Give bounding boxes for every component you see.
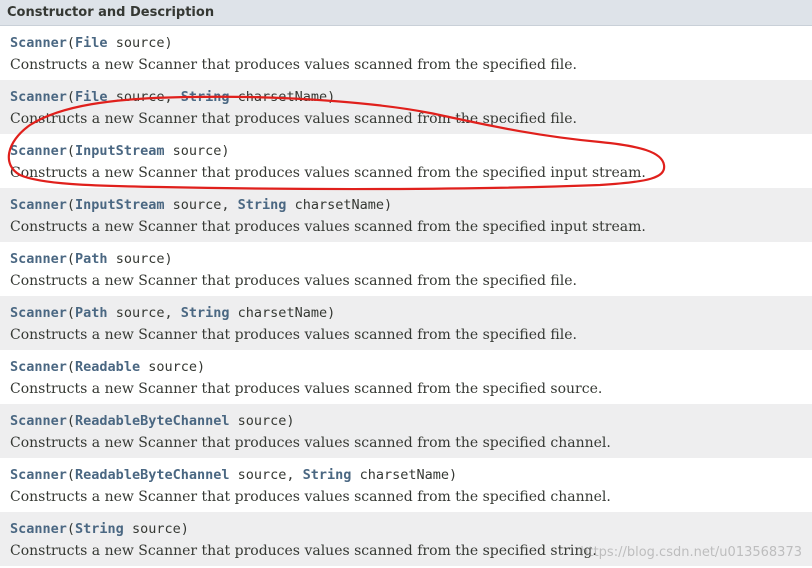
param-name: source <box>131 521 181 537</box>
constructor-description: Constructs a new Scanner that produces v… <box>10 111 577 127</box>
param-type-link[interactable]: ReadableByteChannel <box>75 413 229 429</box>
param-name: charsetName <box>359 467 449 483</box>
param-name: source <box>115 251 165 267</box>
constructor-signature: Scanner(File source, String charsetName) <box>10 89 336 105</box>
constructor-signature: Scanner(Readable source) <box>10 359 206 375</box>
param-name: charsetName <box>237 89 328 105</box>
table-row: Scanner(InputStream source, String chars… <box>0 188 812 242</box>
constructor-description: Constructs a new Scanner that produces v… <box>10 435 611 451</box>
constructor-summary-table: Constructor and Description Scanner(File… <box>0 0 812 568</box>
param-name: source <box>237 413 287 429</box>
table-header: Constructor and Description <box>0 0 812 26</box>
constructor-description: Constructs a new Scanner that produces v… <box>10 219 646 235</box>
constructor-signature: Scanner(InputStream source) <box>10 143 230 159</box>
param-name: charsetName <box>294 197 384 213</box>
constructor-description: Constructs a new Scanner that produces v… <box>10 165 646 181</box>
constructor-signature: Scanner(ReadableByteChannel source, Stri… <box>10 467 458 483</box>
param-name: source <box>172 143 222 159</box>
constructor-signature: Scanner(ReadableByteChannel source) <box>10 413 295 429</box>
constructor-link[interactable]: Scanner <box>10 35 67 51</box>
table-row: Scanner(ReadableByteChannel source, Stri… <box>0 458 812 512</box>
table-row: Scanner(ReadableByteChannel source) Const… <box>0 404 812 458</box>
param-type-link[interactable]: String <box>303 467 352 483</box>
table-row: Scanner(InputStream source) Constructs a … <box>0 134 812 188</box>
param-name: source <box>172 197 222 213</box>
constructor-link[interactable]: Scanner <box>10 197 67 213</box>
watermark: https://blog.csdn.net/u013568373 <box>580 545 802 560</box>
param-type-link[interactable]: Path <box>75 251 108 267</box>
constructor-link[interactable]: Scanner <box>10 521 67 537</box>
constructor-signature: Scanner(Path source) <box>10 251 173 267</box>
constructor-rows: Scanner(File source) Constructs a new Sca… <box>0 26 812 566</box>
table-row: Scanner(Path source, String charsetName)… <box>0 296 812 350</box>
constructor-signature: Scanner(Path source, String charsetName) <box>10 305 336 321</box>
constructor-signature: Scanner(InputStream source, String chars… <box>10 197 393 213</box>
table-row: Scanner(Readable source) Constructs a new… <box>0 350 812 404</box>
table-row: Scanner(Path source) Constructs a new Sca… <box>0 242 812 296</box>
constructor-signature: Scanner(String source) <box>10 521 189 537</box>
constructor-link[interactable]: Scanner <box>10 89 67 105</box>
param-type-link[interactable]: InputStream <box>75 197 164 213</box>
param-type-link[interactable]: Readable <box>75 359 140 375</box>
param-name: source <box>237 467 287 483</box>
constructor-link[interactable]: Scanner <box>10 305 67 321</box>
param-type-link[interactable]: File <box>75 89 108 105</box>
param-type-link[interactable]: File <box>75 35 108 51</box>
constructor-description: Constructs a new Scanner that produces v… <box>10 327 577 343</box>
param-type-link[interactable]: ReadableByteChannel <box>75 467 229 483</box>
constructor-link[interactable]: Scanner <box>10 251 67 267</box>
constructor-description: Constructs a new Scanner that produces v… <box>10 273 577 289</box>
constructor-link[interactable]: Scanner <box>10 467 67 483</box>
param-name: charsetName <box>237 305 328 321</box>
param-type-link[interactable]: String <box>75 521 124 537</box>
table-row: Scanner(File source) Constructs a new Sca… <box>0 26 812 80</box>
param-name: source <box>148 359 197 375</box>
constructor-description: Constructs a new Scanner that produces v… <box>10 381 603 397</box>
param-type-link[interactable]: InputStream <box>75 143 164 159</box>
constructor-link[interactable]: Scanner <box>10 413 67 429</box>
param-name: source <box>115 35 165 51</box>
constructor-description: Constructs a new Scanner that produces v… <box>10 57 577 73</box>
param-type-link[interactable]: String <box>238 197 287 213</box>
constructor-link[interactable]: Scanner <box>10 359 67 375</box>
param-name: source <box>115 89 165 105</box>
constructor-signature: Scanner(File source) <box>10 35 173 51</box>
constructor-link[interactable]: Scanner <box>10 143 67 159</box>
table-row: Scanner(File source, String charsetName)… <box>0 80 812 134</box>
constructor-description: Constructs a new Scanner that produces v… <box>10 489 611 505</box>
param-type-link[interactable]: String <box>181 89 230 105</box>
param-name: source <box>115 305 165 321</box>
param-type-link[interactable]: String <box>181 305 230 321</box>
param-type-link[interactable]: Path <box>75 305 108 321</box>
